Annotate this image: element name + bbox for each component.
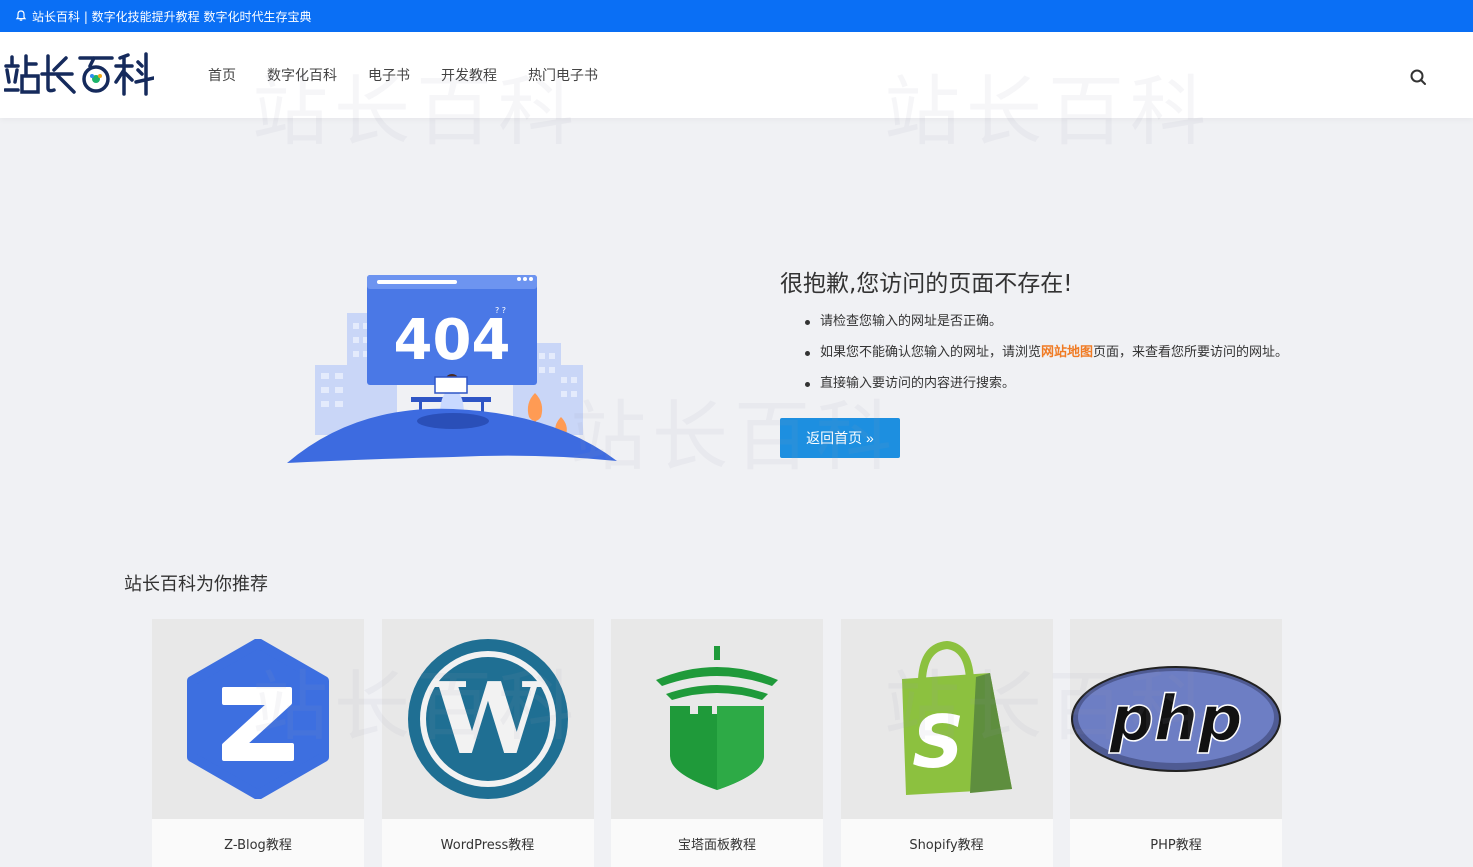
bell-icon (15, 10, 27, 21)
svg-text:W: W (431, 662, 544, 777)
card-caption: WordPress教程 (381, 819, 594, 867)
php-icon: php (1071, 666, 1281, 772)
recommend-card-shopify[interactable]: S Shopify教程 (840, 619, 1053, 867)
error-title: 很抱歉,您访问的页面不存在! (780, 271, 1073, 297)
card-image: W (381, 619, 594, 819)
error-code: 404 (394, 308, 511, 373)
list-item: 直接输入要访问的内容进行搜索。 (804, 375, 1288, 406)
nav-item-digital-wiki[interactable]: 数字化百科 (267, 65, 337, 85)
main-nav: 首页 数字化百科 电子书 开发教程 热门电子书 (208, 32, 629, 118)
recommend-card-zblog[interactable]: Z-Blog教程 (152, 619, 364, 867)
card-image: php (1070, 619, 1282, 819)
card-image: S (840, 619, 1053, 819)
site-header: 首页 数字化百科 电子书 开发教程 热门电子书 (0, 32, 1473, 118)
wordpress-icon: W (407, 639, 568, 799)
recommend-card-baota[interactable]: 宝塔面板教程 (611, 619, 823, 867)
recommend-title: 站长百科为你推荐 (124, 574, 268, 595)
recommend-card-php[interactable]: php PHP教程 (1070, 619, 1282, 867)
nav-item-dev-tutorials[interactable]: 开发教程 (441, 65, 497, 85)
error-404-illustration: 404 ? ? (287, 275, 617, 463)
card-image (152, 619, 364, 819)
svg-text:S: S (912, 700, 964, 784)
recommend-cards: Z-Blog教程 W WordPress教程 宝塔面板教程 S Shopify教… (152, 619, 1300, 867)
svg-text:? ?: ? ? (495, 306, 506, 315)
baota-icon (656, 646, 778, 790)
recommend-card-wordpress[interactable]: W WordPress教程 (381, 619, 594, 867)
sitemap-link[interactable]: 网站地图 (1041, 345, 1093, 360)
zblog-icon (187, 639, 329, 799)
card-caption: Shopify教程 (840, 819, 1053, 867)
list-item: 请检查您输入的网址是否正确。 (804, 313, 1288, 344)
svg-text:php: php (1109, 682, 1243, 755)
nav-item-home[interactable]: 首页 (208, 65, 236, 85)
search-icon[interactable] (1409, 68, 1427, 86)
top-notice-bar: 站长百科 | 数字化技能提升教程 数字化时代生存宝典 (0, 0, 1473, 32)
notice-text: 站长百科 | 数字化技能提升教程 数字化时代生存宝典 (32, 9, 312, 24)
back-home-button[interactable]: 返回首页 » (780, 418, 900, 458)
nav-item-hot-ebooks[interactable]: 热门电子书 (528, 65, 598, 85)
card-caption: PHP教程 (1070, 819, 1282, 867)
site-logo[interactable] (4, 52, 154, 96)
shopify-icon: S (901, 640, 1012, 795)
nav-item-ebooks[interactable]: 电子书 (368, 65, 410, 85)
list-item: 如果您不能确认您输入的网址，请浏览网站地图页面，来查看您所要访问的网址。 (804, 344, 1288, 375)
error-tips-list: 请检查您输入的网址是否正确。 如果您不能确认您输入的网址，请浏览网站地图页面，来… (804, 313, 1288, 406)
card-image (611, 619, 823, 819)
card-caption: 宝塔面板教程 (611, 819, 823, 867)
card-caption: Z-Blog教程 (152, 819, 364, 867)
